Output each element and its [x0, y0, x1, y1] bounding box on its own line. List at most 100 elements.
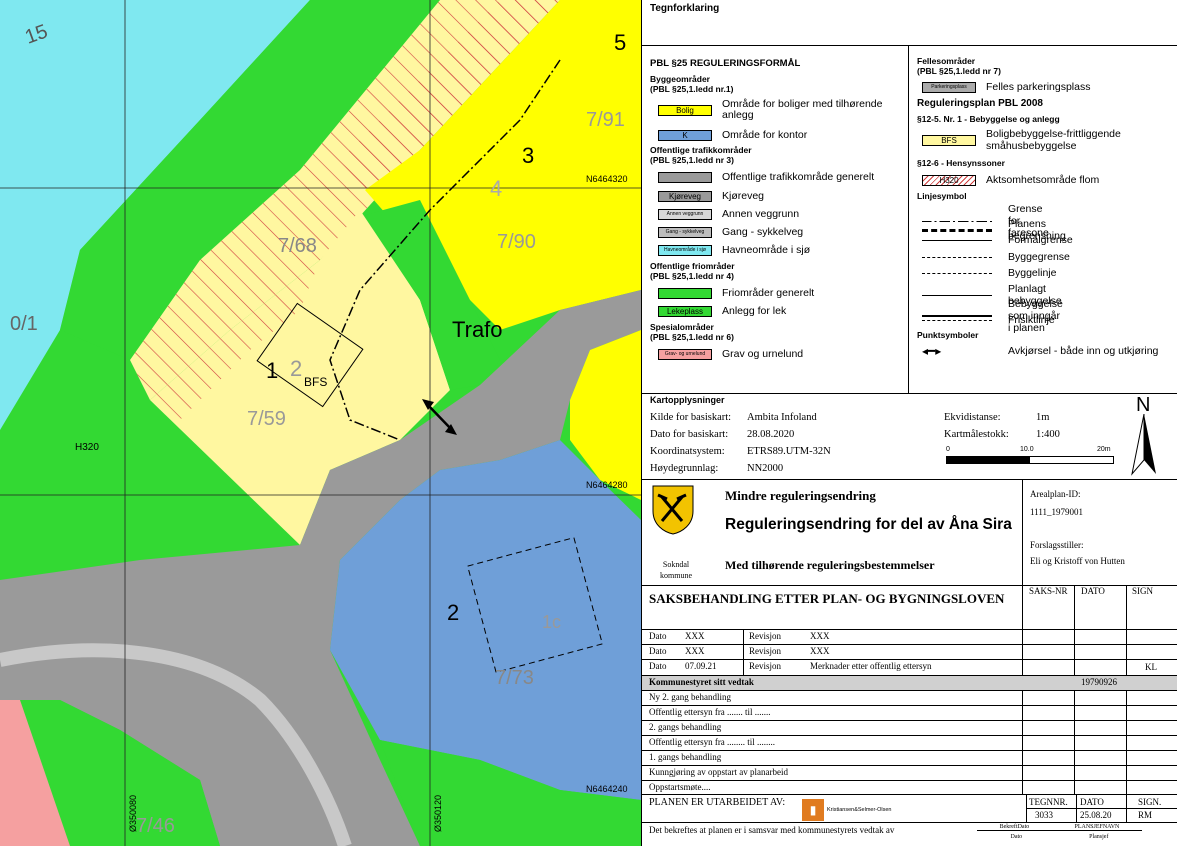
line-swatch — [922, 294, 992, 296]
rev-dato-label: Dato — [649, 661, 667, 671]
tegnnr-value: 3033 — [1035, 810, 1053, 820]
legend-bfs: BFS Boligbebyggelse-frittliggende småhus… — [922, 128, 1172, 152]
gang-swatch: Gang - sykkelveg — [658, 226, 712, 238]
bek-plan-caption: Plansjef — [1089, 834, 1109, 840]
label-7-68: 7/68 — [278, 235, 317, 257]
divider — [642, 644, 1177, 645]
spesial-ref: (PBL §25,1.ledd nr 6) — [650, 332, 734, 342]
arealplan-value: 1111_1979001 — [1030, 507, 1083, 517]
friomrader-title: Offentlige friområder — [650, 261, 735, 271]
annen-text: Annen veggrunn — [722, 208, 800, 220]
felles-title: Fellesområder — [917, 56, 976, 66]
step-row: Offentlig ettersyn fra ....... til .....… — [649, 707, 771, 717]
koord-label: Koordinatsystem: — [650, 446, 725, 457]
legend-panel: Tegnforklaring PBL §25 REGULERINGSFORMÅL… — [641, 0, 1177, 846]
label-2-small: 2 — [290, 356, 302, 381]
legend-havn: Havneområde i sjø Havneområde i sjø — [658, 244, 810, 256]
punktsymboler-title: Punktsymboler — [917, 330, 979, 340]
saks-heading: SAKSBEHANDLING ETTER PLAN- OG BYGNINGSLO… — [649, 591, 1005, 606]
bolig-text: Område for boliger med tilhørende anlegg — [722, 98, 883, 121]
scale-10: 10.0 — [1020, 446, 1034, 453]
rev-text: Merknader etter offentlig ettersyn — [810, 661, 932, 671]
divider — [642, 794, 1177, 795]
kart-labels-2: Ekvidistanse: Kartmålestokk: — [944, 409, 1009, 443]
kjoreveg-text: Kjøreveg — [722, 190, 765, 202]
plan-subtitle: Med tilhørende reguleringsbestemmelser — [725, 558, 935, 572]
legend-annen: Annen veggrunn Annen veggrunn — [658, 208, 799, 220]
divider — [908, 45, 909, 393]
h320-swatch: H320 — [922, 174, 976, 186]
bekreftes-signature-line: BekreftDato PLANSJEFNAVN — [977, 824, 1142, 831]
line-byggelinje: Byggelinje — [922, 267, 1056, 279]
ekvi-label: Ekvidistanse: — [944, 412, 1001, 423]
divider — [642, 629, 1177, 630]
kilde-label: Kilde for basiskart: — [650, 412, 732, 423]
kilde-value: Ambita Infoland — [747, 412, 817, 423]
maal-label: Kartmålestokk: — [944, 429, 1009, 440]
legend-kjoreveg: Kjøreveg Kjøreveg — [658, 190, 764, 202]
forslag-label: Forslagsstiller: — [1030, 540, 1084, 550]
bolig-swatch: Bolig — [658, 104, 712, 116]
label-n6464320: N6464320 — [586, 174, 628, 184]
divider — [642, 735, 1177, 736]
bfs-swatch: BFS — [922, 134, 976, 146]
grav-swatch: Grav- og urnelund — [658, 348, 712, 360]
line-formal: Formålgrense — [922, 234, 1073, 246]
label-4: 4 — [490, 176, 502, 201]
line-swatch — [922, 272, 992, 274]
havn-text: Havneområde i sjø — [722, 244, 811, 256]
rev-dato: XXX — [685, 646, 705, 656]
divider — [642, 750, 1177, 751]
coat-of-arms-icon — [652, 485, 694, 535]
fri-swatch — [658, 287, 712, 299]
rev-label: Revisjon — [749, 661, 782, 671]
lek-text: Anlegg for lek — [722, 305, 787, 317]
koord-value: ETRS89.UTM-32N — [747, 446, 831, 457]
zoning-map[interactable]: 15 0/1 7/68 1 2 BFS 7/59 H320 Trafo 5 7/… — [0, 0, 641, 846]
divider — [642, 822, 1177, 823]
rev-dato-label: Dato — [649, 646, 667, 656]
dato-label: DATO — [1080, 797, 1104, 807]
forslag-value: Eli og Kristoff von Hutten — [1030, 556, 1125, 566]
legend-lek: Lekeplass Anlegg for lek — [658, 305, 786, 317]
line-label: Frisiktlinje — [1008, 314, 1055, 326]
havn-swatch: Havneområde i sjø — [658, 244, 712, 256]
scale-bar — [946, 456, 1114, 464]
firm-name: Kristiansen&Selmer-Olsen — [827, 807, 892, 813]
line-swatch — [922, 256, 992, 258]
felles-ref: (PBL §25,1.ledd nr 7) — [917, 66, 1001, 76]
label-h320: H320 — [75, 442, 99, 453]
rev-label: Revisjon — [749, 631, 782, 641]
divider — [642, 765, 1177, 766]
trafikk-text: Offentlige trafikkområde generelt — [722, 171, 875, 183]
firm-logo-icon: ▮ — [802, 799, 824, 821]
park-text: Felles parkeringsplass — [986, 81, 1091, 93]
line-swatch — [922, 239, 992, 241]
label-trafo: Trafo — [452, 317, 503, 342]
legend-gang: Gang - sykkelveg Gang - sykkelveg — [658, 226, 803, 238]
k-swatch: K — [658, 129, 712, 141]
line-label: Byggegrense — [1008, 251, 1070, 263]
divider — [642, 780, 1177, 781]
hoyde-value: NN2000 — [747, 463, 784, 474]
kart-labels: Kilde for basiskart: Dato for basiskart:… — [650, 409, 731, 477]
divider — [1026, 808, 1177, 809]
label-n6464240: N6464240 — [586, 784, 628, 794]
bek-plan: PLANSJEFNAVN — [1074, 824, 1120, 830]
label-2-big: 2 — [447, 600, 459, 625]
dato-value: 28.08.2020 — [747, 429, 795, 440]
scale-0: 0 — [946, 446, 950, 453]
kart-title: Kartopplysninger — [650, 395, 725, 405]
label-1c: 1c — [542, 612, 561, 632]
pbl-title: PBL §25 REGULERINGSFORMÅL — [650, 58, 801, 69]
firm-logo: ▮ Kristiansen&Selmer-Olsen — [802, 799, 906, 821]
byggeomrader-ref: (PBL §25,1.ledd nr.1) — [650, 84, 734, 94]
grav-text: Grav og urnelund — [722, 348, 804, 360]
sec125-title: §12-5. Nr. 1 - Bebyggelse og anlegg — [917, 114, 1060, 124]
label-1: 1 — [266, 358, 278, 383]
step-row: Oppstartsmøte.... — [649, 782, 711, 792]
trafikk-swatch — [658, 171, 712, 183]
label-7-46: 7/46 — [136, 815, 175, 837]
label-e350080: Ø350080 — [128, 795, 138, 832]
scale-20: 20m — [1097, 446, 1111, 453]
